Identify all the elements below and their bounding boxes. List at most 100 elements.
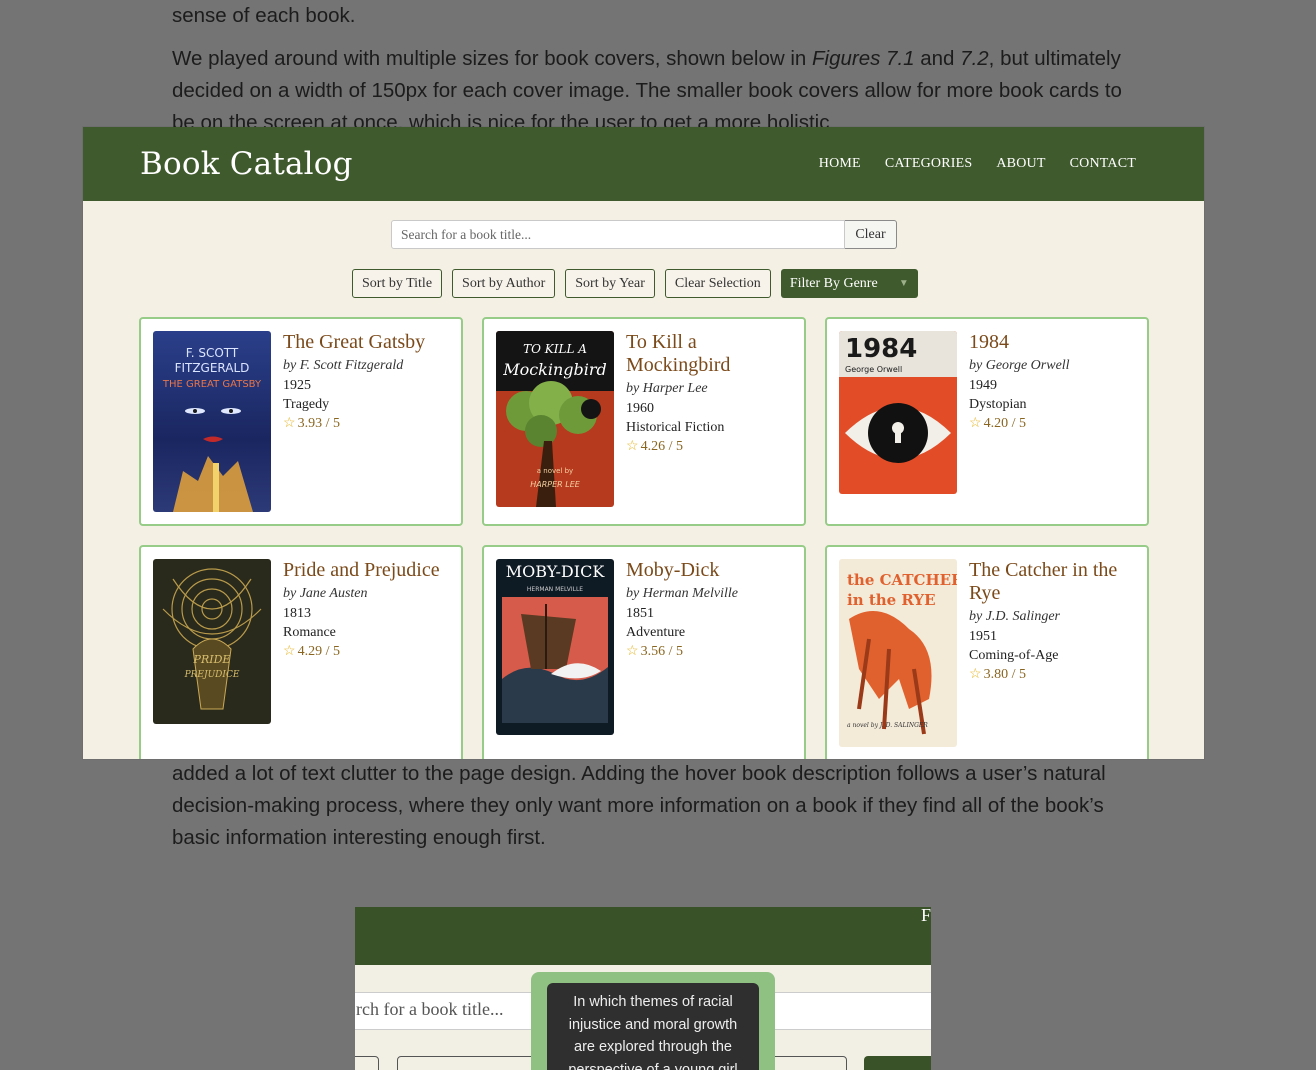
book-title: The Catcher in the Rye [969, 559, 1118, 604]
sort-by-author-button[interactable]: Sort by Author [452, 269, 556, 298]
book-genre: Adventure [626, 625, 686, 640]
rating-value: 4.29 / 5 [297, 644, 340, 659]
clear-selection-button[interactable]: Clear Selection [664, 269, 771, 298]
book-rating: ☆ 3.56 / 5 [626, 642, 738, 661]
book-author: by F. Scott Fitzgerald [283, 358, 404, 373]
nav-about[interactable]: ABOUT [996, 156, 1045, 172]
book-year: 1813 [283, 606, 311, 621]
genre-filter-partial[interactable] [864, 1056, 931, 1070]
book-year: 1925 [283, 378, 311, 393]
book-card[interactable]: F. SCOTT FITZGERALD THE GREAT GATSBY The… [139, 317, 463, 526]
book-rating: ☆ 4.20 / 5 [969, 414, 1070, 433]
svg-text:THE GREAT GATSBY: THE GREAT GATSBY [162, 379, 262, 390]
book-author: by Jane Austen [283, 586, 368, 601]
book-year: 1851 [626, 606, 654, 621]
svg-text:PRIDE: PRIDE [193, 653, 231, 666]
main-nav: HOME CATEGORIES ABOUT CONTACT [819, 156, 1136, 172]
doc-paragraph-top: sense of each book. [172, 0, 1132, 32]
book-catalog-screenshot: Book Catalog HOME CATEGORIES ABOUT CONTA… [83, 127, 1204, 759]
clear-search-button[interactable]: Clear [845, 220, 897, 249]
svg-text:the CATCHER: the CATCHER [847, 571, 957, 589]
sort-button-partial[interactable] [355, 1056, 379, 1070]
svg-text:in the RYE: in the RYE [847, 591, 936, 609]
book-author: by J.D. Salinger [969, 609, 1060, 624]
book-card[interactable]: the CATCHER in the RYE a novel by J. D. … [825, 545, 1149, 759]
book-card[interactable]: PRIDE PREJUDICE Pride and Prejudice by J… [139, 545, 463, 759]
figure-ref: Figures 7.1 [812, 47, 915, 70]
book-info: To Kill a Mockingbird by Harper Lee 1960… [626, 331, 792, 512]
book-card[interactable]: TO KILL A Mockingbird a novel by HARPER … [482, 317, 806, 526]
book-info: 1984 by George Orwell 1949 Dystopian ☆ 4.… [969, 331, 1070, 512]
book-genre: Tragedy [283, 397, 330, 412]
star-icon: ☆ [969, 416, 982, 431]
nav-contact[interactable]: CONTACT [1070, 156, 1136, 172]
genre-filter-label: Filter By Genre [789, 275, 878, 291]
book-title: 1984 [969, 331, 1009, 353]
svg-text:F. SCOTT: F. SCOTT [186, 346, 239, 360]
book-rating: ☆ 4.26 / 5 [626, 437, 792, 456]
svg-text:a novel by: a novel by [537, 467, 573, 475]
nav-categories[interactable]: CATEGORIES [885, 156, 973, 172]
rating-value: 4.20 / 5 [983, 416, 1026, 431]
doc-text: and [914, 47, 961, 70]
sort-by-title-button[interactable]: Sort by Title [352, 269, 443, 298]
app-header: Book Catalog HOME CATEGORIES ABOUT CONTA… [83, 127, 1204, 201]
book-cover-to-kill-a-mockingbird: TO KILL A Mockingbird a novel by HARPER … [496, 331, 614, 507]
book-genre: Dystopian [969, 397, 1027, 412]
book-title: To Kill a Mockingbird [626, 331, 731, 376]
book-card[interactable]: MOBY-DICK HERMAN MELVILLE Moby-Dick by H… [482, 545, 806, 759]
star-icon: ☆ [626, 439, 639, 454]
book-rating: ☆ 3.93 / 5 [283, 414, 425, 433]
rating-value: 4.26 / 5 [640, 439, 683, 454]
svg-text:Mockingbird: Mockingbird [502, 360, 607, 379]
book-card[interactable]: 1984 George Orwell 1984 by George Orwell… [825, 317, 1149, 526]
svg-text:a novel by J. D. SALINGER: a novel by J. D. SALINGER [847, 722, 928, 729]
sort-button-partial[interactable] [397, 1056, 537, 1070]
book-year: 1949 [969, 378, 997, 393]
book-title: Pride and Prejudice [283, 559, 440, 581]
doc-paragraph-hover: added a lot of text clutter to the page … [172, 758, 1132, 854]
book-info: The Great Gatsby by F. Scott Fitzgerald … [283, 331, 425, 512]
svg-text:PREJUDICE: PREJUDICE [184, 670, 240, 680]
svg-text:1984: 1984 [845, 334, 917, 364]
svg-text:HARPER LEE: HARPER LEE [530, 480, 581, 489]
book-author: by Herman Melville [626, 586, 738, 601]
book-description-tooltip: In which themes of racial injustice and … [547, 983, 759, 1070]
book-cover-great-gatsby: F. SCOTT FITZGERALD THE GREAT GATSBY [153, 331, 271, 512]
book-info: Pride and Prejudice by Jane Austen 1813 … [283, 559, 440, 751]
figure-ref: 7.2 [960, 47, 989, 70]
doc-text-line: sense of each book. [172, 4, 356, 27]
search-bar: Clear [391, 220, 897, 249]
rating-value: 3.80 / 5 [983, 667, 1026, 682]
book-cover-moby-dick: MOBY-DICK HERMAN MELVILLE [496, 559, 614, 735]
book-cover-pride-and-prejudice: PRIDE PREJUDICE [153, 559, 271, 724]
book-title: The Great Gatsby [283, 331, 426, 353]
star-icon: ☆ [283, 644, 296, 659]
book-info: Moby-Dick by Herman Melville 1851 Advent… [626, 559, 738, 751]
genre-filter-select[interactable]: Filter By Genre ▼ [780, 269, 918, 298]
star-icon: ☆ [969, 667, 982, 682]
rating-value: 3.93 / 5 [297, 416, 340, 431]
sort-by-year-button[interactable]: Sort by Year [565, 269, 655, 298]
brand-title[interactable]: Book Catalog [140, 146, 353, 182]
sort-button-partial[interactable] [765, 1056, 847, 1070]
svg-text:HERMAN MELVILLE: HERMAN MELVILLE [527, 586, 583, 593]
svg-text:George Orwell: George Orwell [845, 365, 902, 374]
book-author: by George Orwell [969, 358, 1070, 373]
book-rating: ☆ 4.29 / 5 [283, 642, 440, 661]
nav-home[interactable]: HOME [819, 156, 861, 172]
book-year: 1960 [626, 401, 654, 416]
chevron-down-icon: ▼ [898, 278, 909, 289]
search-input[interactable] [391, 220, 845, 249]
hovered-book-card[interactable]: In which themes of racial injustice and … [531, 972, 775, 1070]
doc-text: We played around with multiple sizes for… [172, 47, 812, 70]
svg-text:TO KILL A: TO KILL A [523, 342, 587, 356]
book-cover-catcher-in-the-rye: the CATCHER in the RYE a novel by J. D. … [839, 559, 957, 747]
svg-text:MOBY-DICK: MOBY-DICK [506, 562, 606, 581]
hover-description-screenshot: F rch for a book title... In which theme… [355, 907, 931, 1070]
svg-text:FITZGERALD: FITZGERALD [175, 361, 250, 375]
header-nav-fragment: F [920, 907, 931, 925]
book-info: The Catcher in the Rye by J.D. Salinger … [969, 559, 1135, 751]
book-grid: F. SCOTT FITZGERALD THE GREAT GATSBY The… [139, 317, 1149, 759]
book-author: by Harper Lee [626, 381, 708, 396]
